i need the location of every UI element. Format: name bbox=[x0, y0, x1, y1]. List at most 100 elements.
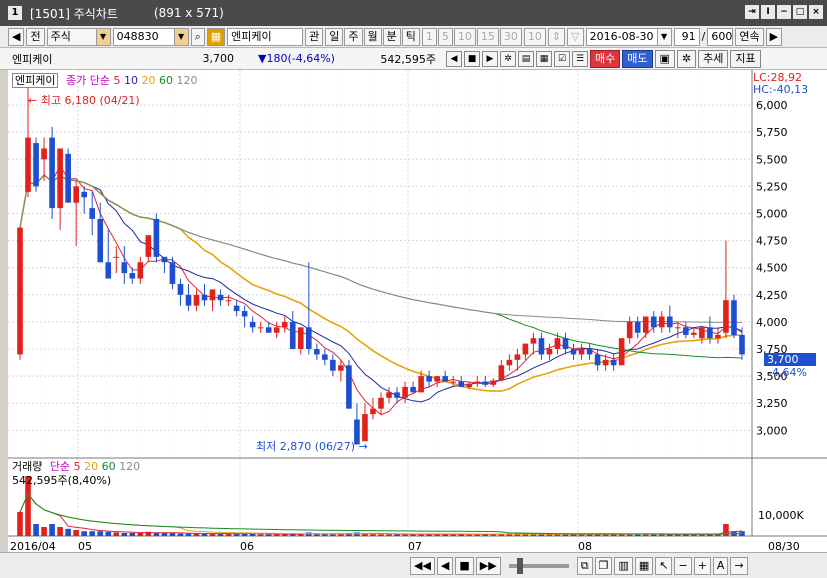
chart-area[interactable]: 6,000 5,750 5,500 5,250 5,000 4,750 4,500 4,250… bbox=[8, 70, 827, 578]
low-annotation: 최저 2,870 (06/27) → bbox=[256, 440, 368, 453]
slider-thumb[interactable] bbox=[516, 557, 523, 574]
arrow-right-icon[interactable]: → bbox=[730, 556, 748, 575]
candle-body bbox=[314, 349, 320, 355]
candle-body bbox=[209, 289, 216, 301]
volume-bar bbox=[338, 534, 344, 536]
interval-15[interactable]: 15 bbox=[476, 27, 499, 46]
split-icon[interactable]: ⧉ bbox=[576, 556, 593, 575]
interval-value[interactable]: 10 bbox=[523, 27, 546, 46]
volume-bar bbox=[257, 534, 264, 536]
period-day[interactable]: 일 bbox=[325, 27, 344, 46]
sell-button[interactable]: 매도 bbox=[622, 49, 653, 68]
candle-body bbox=[410, 386, 416, 393]
volume-bar bbox=[322, 534, 328, 536]
cursor-icon[interactable]: ↖ bbox=[655, 556, 673, 575]
y-tick-label: 4,000 bbox=[756, 316, 788, 329]
candle-body bbox=[506, 359, 513, 366]
interval-group: 1 5 10 15 30 bbox=[421, 27, 522, 46]
candle-body bbox=[426, 376, 432, 382]
close-icon[interactable]: × bbox=[809, 5, 823, 19]
y-tick-label: 3,250 bbox=[756, 397, 788, 410]
stop-icon[interactable]: ■ bbox=[464, 50, 480, 67]
candle-body bbox=[97, 218, 104, 263]
chevron-down-icon[interactable]: ▽ bbox=[567, 27, 584, 46]
candle-body bbox=[434, 376, 440, 382]
related-button[interactable]: 관 bbox=[305, 27, 324, 46]
forward-icon[interactable]: ▶▶ bbox=[475, 556, 501, 575]
continuous-button[interactable]: 연속 bbox=[735, 27, 764, 46]
candle-body bbox=[121, 262, 128, 274]
candle-body bbox=[675, 327, 681, 329]
zoom-slider[interactable] bbox=[508, 557, 569, 574]
interval-10[interactable]: 10 bbox=[453, 27, 476, 46]
candle-body bbox=[634, 321, 641, 333]
code-input[interactable]: 048830 ▼ bbox=[112, 27, 189, 46]
text-icon[interactable]: A bbox=[712, 556, 729, 575]
lc-hc-readout: LC:28,92 HC:-40,13 bbox=[753, 72, 808, 96]
next-icon[interactable]: ▶ bbox=[482, 50, 498, 67]
candle-body bbox=[113, 256, 120, 258]
zoom-in-icon[interactable]: + bbox=[693, 556, 711, 575]
list-icon[interactable]: ☰ bbox=[572, 50, 588, 67]
layout-icon[interactable]: ▥ bbox=[614, 556, 633, 575]
check-icon[interactable]: ☑ bbox=[554, 50, 570, 67]
spinner-icon[interactable]: ⇕ bbox=[547, 27, 566, 46]
count-input[interactable]: 91 bbox=[673, 27, 700, 46]
restore-icon[interactable]: ⇥ bbox=[745, 5, 759, 19]
legend-ma20: 20 bbox=[141, 74, 156, 87]
candle-body bbox=[129, 273, 136, 279]
interval-30[interactable]: 30 bbox=[499, 27, 522, 46]
vlegend-ma120: 120 bbox=[119, 460, 141, 473]
period-week[interactable]: 주 bbox=[344, 27, 363, 46]
grid-icon[interactable]: ▦ bbox=[206, 27, 226, 46]
prev-icon[interactable]: ◀ bbox=[436, 556, 454, 575]
stock-type-select[interactable]: 주식 ▼ bbox=[46, 27, 111, 46]
candle-body bbox=[578, 349, 585, 355]
info-change: ▼180(-4,64%) bbox=[258, 52, 335, 65]
candle-body bbox=[418, 376, 424, 393]
gear-icon[interactable]: ✲ bbox=[676, 49, 697, 68]
volume-bar bbox=[137, 533, 144, 536]
save-icon[interactable]: ▣ bbox=[654, 49, 675, 68]
volume-tick-label: 10,000K bbox=[758, 509, 804, 522]
volume-bar bbox=[177, 533, 184, 536]
candle-body bbox=[554, 338, 561, 350]
candle-body bbox=[658, 316, 665, 328]
legend-ma10: 10 bbox=[123, 74, 138, 87]
arrow-right-button[interactable]: ▶ bbox=[765, 27, 783, 46]
info-icon[interactable]: I bbox=[761, 5, 775, 19]
candle-body bbox=[482, 381, 489, 385]
trend-button[interactable]: 추세 bbox=[698, 49, 729, 68]
interval-5[interactable]: 5 bbox=[437, 27, 453, 46]
interval-1[interactable]: 1 bbox=[421, 27, 437, 46]
stop-icon[interactable]: ■ bbox=[455, 556, 474, 575]
minimize-icon[interactable]: − bbox=[777, 5, 791, 19]
volume-bar bbox=[153, 533, 160, 536]
rewind-icon[interactable]: ◀◀ bbox=[410, 556, 435, 575]
settings-icon[interactable]: ✲ bbox=[500, 50, 516, 67]
info-name: 엔피케이 bbox=[12, 52, 53, 66]
period-tick[interactable]: 틱 bbox=[401, 27, 420, 46]
table-icon[interactable]: ▤ bbox=[518, 50, 534, 67]
prev-icon[interactable]: ◀ bbox=[446, 50, 462, 67]
chart-icon[interactable]: ▦ bbox=[634, 556, 654, 575]
front-button[interactable]: 전 bbox=[26, 27, 45, 46]
period-month[interactable]: 월 bbox=[363, 27, 382, 46]
zoom-out-icon[interactable]: − bbox=[674, 556, 692, 575]
date-select[interactable]: 2016-08-30 ▼ bbox=[585, 27, 672, 46]
copy-icon[interactable]: ❐ bbox=[594, 556, 613, 575]
info-bar: 엔피케이 3,700 ▼180(-4,64%) 542,595주 ◀ ■ ▶ ✲… bbox=[0, 48, 827, 70]
candle-body bbox=[450, 381, 457, 383]
candle-body bbox=[145, 235, 152, 257]
grid-icon[interactable]: ▦ bbox=[536, 50, 552, 67]
search-icon[interactable]: ⌕ bbox=[190, 27, 205, 46]
indicator-button[interactable]: 지표 bbox=[730, 49, 761, 68]
maximize-icon[interactable]: □ bbox=[793, 5, 807, 19]
candle-body bbox=[731, 300, 737, 335]
period-minute[interactable]: 분 bbox=[382, 27, 401, 46]
buy-button[interactable]: 매수 bbox=[590, 49, 621, 68]
arrow-left-button[interactable]: ◀ bbox=[8, 27, 25, 46]
stock-chart[interactable]: 6,000 5,750 5,500 5,250 5,000 4,750 4,500 4,250… bbox=[8, 70, 827, 578]
chevron-down-icon: ▼ bbox=[657, 27, 672, 46]
candle-body bbox=[626, 321, 633, 339]
